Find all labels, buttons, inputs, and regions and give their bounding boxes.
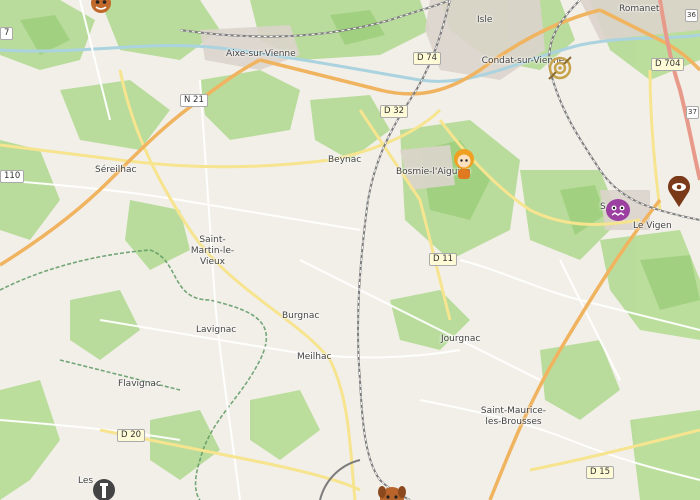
fox-icon[interactable] xyxy=(88,0,114,16)
road-shield: D 15 xyxy=(586,466,615,479)
place-label: Jourgnac xyxy=(441,334,481,344)
map-base-layer xyxy=(0,0,700,500)
eye-pin-icon[interactable] xyxy=(667,175,691,208)
girl-face-icon[interactable] xyxy=(450,148,478,182)
dog-face-icon[interactable] xyxy=(377,484,407,500)
road-shield: D 11 xyxy=(429,253,458,266)
map-viewport[interactable]: Aixe-sur-Vienne Isle Romanet Condat-sur-… xyxy=(0,0,700,500)
place-label: Romanet xyxy=(619,4,660,14)
road-shield: 110 xyxy=(0,170,25,183)
monster-icon[interactable] xyxy=(604,196,632,224)
road-shield: D 32 xyxy=(380,105,409,118)
place-label: Les xyxy=(78,476,94,486)
road-shield: D 20 xyxy=(117,429,146,442)
road-shield: 37 xyxy=(686,106,699,119)
place-label: Séreilhac xyxy=(95,165,137,175)
road-shield: D 704 xyxy=(651,58,685,71)
tower-icon[interactable] xyxy=(92,478,116,500)
road-shield: 36 xyxy=(685,9,698,22)
place-label: Burgnac xyxy=(282,311,320,321)
road-shield: 7 xyxy=(0,27,14,40)
target-icon[interactable] xyxy=(547,55,573,81)
road-shield: N 21 xyxy=(180,94,208,107)
place-label: Isle xyxy=(477,15,493,25)
place-label: Saint-Maurice-les-Brousses xyxy=(480,406,547,427)
road-shield: D 74 xyxy=(413,52,442,65)
place-label: Aixe-sur-Vienne xyxy=(226,49,296,59)
place-label: Meilhac xyxy=(297,352,332,362)
place-label: Le Vigen xyxy=(633,221,672,231)
place-label: Saint-Martin-le-Vieux xyxy=(190,235,235,267)
place-label: Lavignac xyxy=(196,325,237,335)
place-label: Beynac xyxy=(328,155,362,165)
place-label: Flavignac xyxy=(118,379,161,389)
